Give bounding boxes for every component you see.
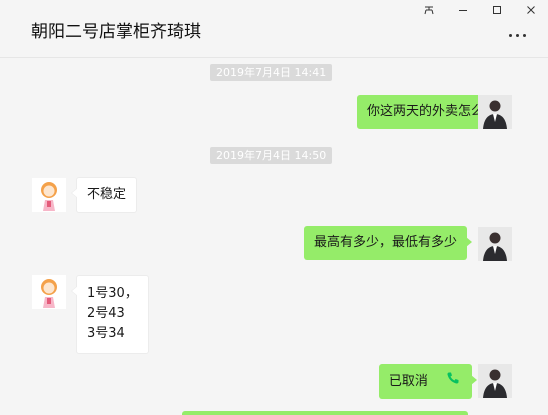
chat-scroll-area-edge[interactable] <box>544 58 548 415</box>
message-timestamp: 2019年7月4日 14:50 <box>210 147 333 164</box>
my-message-bubble[interactable]: 最高有多少，最低有多少 <box>303 226 473 260</box>
contact-message-bubble[interactable]: 不稳定 <box>70 177 138 213</box>
contact-message-bubble[interactable]: 1号30， 2号43 3号34 <box>71 275 149 354</box>
message-line: 2号43 <box>87 306 125 321</box>
my-avatar[interactable] <box>478 227 512 261</box>
message-line: 3号34 <box>87 326 125 341</box>
my-avatar[interactable] <box>478 95 512 129</box>
chat-title: 朝阳二号店掌柜齐琦琪 <box>31 22 201 42</box>
message-line: 1号30， <box>87 286 138 301</box>
call-status-text: 已取消 <box>388 374 428 389</box>
message-timestamp: 2019年7月4日 14:41 <box>210 64 333 81</box>
my-message-bubble[interactable] <box>182 411 468 415</box>
minimize-icon[interactable] <box>446 0 480 20</box>
maximize-icon[interactable] <box>480 0 514 20</box>
call-record-bubble[interactable]: 已取消 <box>378 364 478 399</box>
my-avatar[interactable] <box>478 364 512 398</box>
contact-avatar[interactable] <box>32 178 66 212</box>
phone-icon <box>446 371 460 392</box>
window-controls <box>412 0 548 20</box>
contact-avatar[interactable] <box>32 275 66 309</box>
chat-window: 朝阳二号店掌柜齐琦琪 2019年7月4日 14:41 你这两天的外卖怎么样 20 <box>0 0 548 415</box>
close-icon[interactable] <box>514 0 548 20</box>
more-horizontal-icon[interactable] <box>509 34 526 37</box>
pin-icon[interactable] <box>412 0 446 20</box>
